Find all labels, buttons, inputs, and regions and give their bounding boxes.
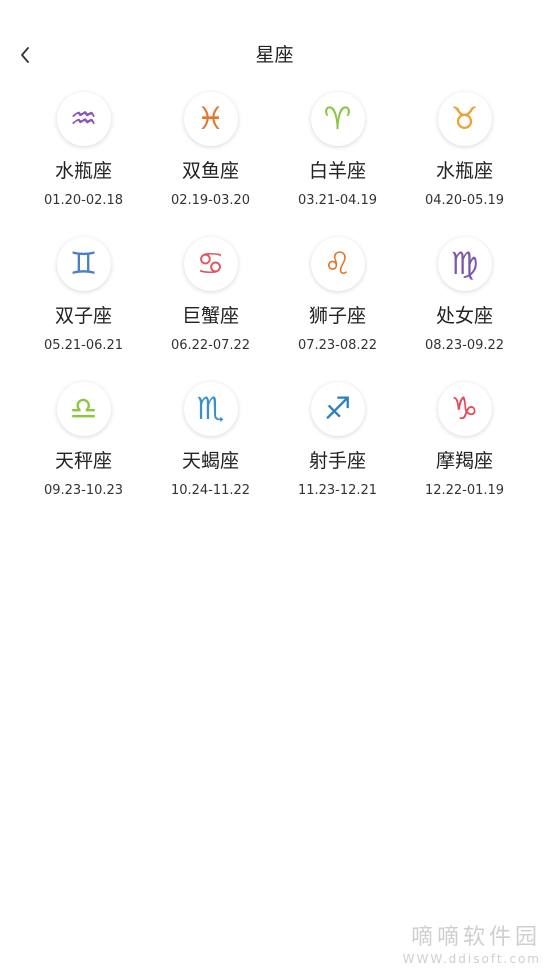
zodiac-sign-icon: ♌ [323, 245, 352, 282]
zodiac-item[interactable]: ♓ 双鱼座 02.19-03.20 [147, 92, 274, 237]
zodiac-date-range: 03.21-04.19 [297, 193, 378, 208]
zodiac-date-range: 09.23-10.23 [43, 483, 124, 498]
zodiac-item[interactable]: ♉ 水瓶座 04.20-05.19 [401, 92, 528, 237]
zodiac-date-range: 10.24-11.22 [170, 483, 251, 498]
zodiac-name: 白羊座 [308, 160, 366, 182]
zodiac-item[interactable]: ♐ 射手座 11.23-12.21 [274, 382, 401, 527]
zodiac-name: 射手座 [308, 450, 366, 472]
zodiac-name: 双子座 [54, 305, 112, 327]
zodiac-name: 水瓶座 [435, 160, 493, 182]
watermark-url: WWW.ddisoft.com [402, 952, 541, 966]
zodiac-item[interactable]: ♍ 处女座 08.23-09.22 [401, 237, 528, 382]
zodiac-sign-icon: ♎ [69, 390, 98, 427]
zodiac-date-range: 06.22-07.22 [170, 338, 251, 353]
zodiac-sign-icon: ♈ [323, 100, 352, 137]
zodiac-icon-circle: ♑ [437, 382, 492, 436]
zodiac-date-range: 05.21-06.21 [43, 338, 124, 353]
zodiac-item[interactable]: ♊ 双子座 05.21-06.21 [20, 237, 147, 382]
zodiac-sign-icon: ♐ [323, 390, 352, 427]
zodiac-sign-icon: ♏ [196, 390, 225, 427]
zodiac-date-range: 04.20-05.19 [424, 193, 505, 208]
watermark: 嘀嘀软件园 WWW.ddisoft.com [403, 925, 541, 967]
zodiac-sign-icon: ♒ [69, 100, 98, 137]
zodiac-grid: ♒ 水瓶座 01.20-02.18 ♓ 双鱼座 02.19-03.20 ♈ 白羊座 03.21-… [20, 92, 529, 527]
zodiac-sign-icon: ♋ [196, 245, 225, 282]
zodiac-sign-icon: ♉ [450, 100, 479, 137]
zodiac-item[interactable]: ♈ 白羊座 03.21-04.19 [274, 92, 401, 237]
zodiac-date-range: 07.23-08.22 [297, 338, 378, 353]
zodiac-date-range: 12.22-01.19 [424, 483, 505, 498]
zodiac-name: 天蝎座 [181, 450, 239, 472]
watermark-title: 嘀嘀软件园 [410, 925, 541, 950]
zodiac-icon-circle: ♐ [310, 382, 365, 436]
zodiac-icon-circle: ♉ [437, 92, 492, 146]
zodiac-item[interactable]: ♏ 天蝎座 10.24-11.22 [147, 382, 274, 527]
zodiac-name: 巨蟹座 [181, 305, 239, 327]
zodiac-name: 双鱼座 [181, 160, 239, 182]
page-title: 星座 [255, 44, 294, 66]
zodiac-icon-circle: ♓ [183, 92, 238, 146]
zodiac-date-range: 02.19-03.20 [170, 193, 251, 208]
zodiac-date-range: 11.23-12.21 [297, 483, 378, 498]
zodiac-sign-icon: ♓ [196, 100, 225, 137]
zodiac-item[interactable]: ♒ 水瓶座 01.20-02.18 [20, 92, 147, 237]
zodiac-date-range: 01.20-02.18 [43, 193, 124, 208]
zodiac-sign-icon: ♍ [450, 245, 479, 282]
zodiac-icon-circle: ♌ [310, 237, 365, 291]
zodiac-icon-circle: ♊ [56, 237, 111, 291]
zodiac-icon-circle: ♒ [56, 92, 111, 146]
zodiac-icon-circle: ♎ [56, 382, 111, 436]
zodiac-name: 狮子座 [308, 305, 366, 327]
zodiac-item[interactable]: ♋ 巨蟹座 06.22-07.22 [147, 237, 274, 382]
zodiac-name: 处女座 [435, 305, 493, 327]
zodiac-name: 天秤座 [54, 450, 112, 472]
zodiac-item[interactable]: ♌ 狮子座 07.23-08.22 [274, 237, 401, 382]
zodiac-item[interactable]: ♑ 摩羯座 12.22-01.19 [401, 382, 528, 527]
zodiac-sign-icon: ♊ [69, 245, 98, 282]
zodiac-name: 水瓶座 [54, 160, 112, 182]
zodiac-icon-circle: ♈ [310, 92, 365, 146]
zodiac-item[interactable]: ♎ 天秤座 09.23-10.23 [20, 382, 147, 527]
zodiac-icon-circle: ♋ [183, 237, 238, 291]
zodiac-icon-circle: ♍ [437, 237, 492, 291]
zodiac-icon-circle: ♏ [183, 382, 238, 436]
zodiac-name: 摩羯座 [435, 450, 493, 472]
zodiac-sign-icon: ♑ [450, 390, 479, 427]
zodiac-date-range: 08.23-09.22 [424, 338, 505, 353]
